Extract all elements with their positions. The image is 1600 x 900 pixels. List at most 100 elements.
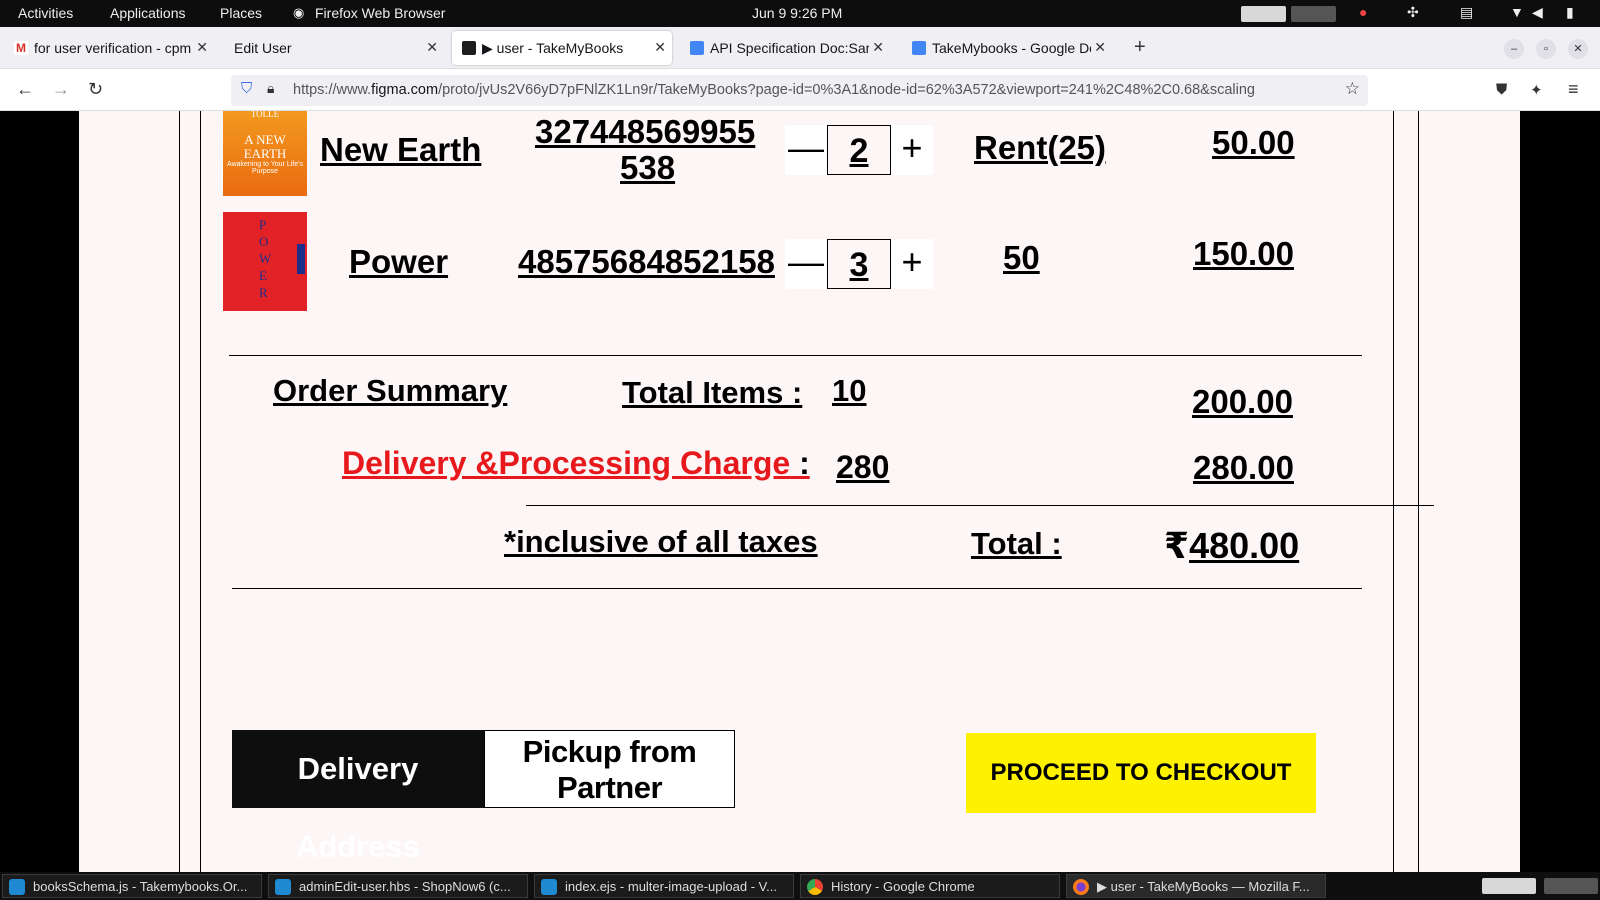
new-tab-icon[interactable]: + bbox=[1134, 36, 1146, 59]
cart-page-frame: TOLLE A NEW EARTH Awakening to Your Life… bbox=[79, 111, 1520, 872]
minimize-window-icon[interactable]: – bbox=[1504, 39, 1524, 59]
tab-gmail[interactable]: M for user verification - cpm ✕ bbox=[4, 31, 214, 65]
taskbar-item-active[interactable]: ▶ user - TakeMyBooks — Mozilla F... bbox=[1066, 874, 1326, 898]
workspace-2-indicator[interactable] bbox=[1291, 6, 1336, 22]
tab-label: TakeMybooks - Google Do bbox=[932, 40, 1097, 56]
frame-border-right-inner bbox=[1393, 111, 1394, 872]
vscode-icon bbox=[541, 879, 557, 895]
delivery-amount: 280.00 bbox=[1193, 449, 1294, 486]
book-cover-new-earth[interactable]: TOLLE A NEW EARTH Awakening to Your Life… bbox=[223, 111, 307, 196]
price-label: Rent(25) bbox=[974, 129, 1107, 166]
url-text[interactable]: https://www.figma.com/proto/jvUs2V66yD7p… bbox=[293, 82, 1333, 98]
tab-label: ▶ user - TakeMyBooks bbox=[482, 40, 624, 56]
chrome-icon bbox=[807, 879, 823, 895]
restore-window-icon[interactable]: ▫ bbox=[1536, 39, 1556, 59]
close-tab-icon[interactable]: ✕ bbox=[426, 39, 438, 56]
vscode-icon bbox=[9, 879, 25, 895]
forward-arrow-icon[interactable]: → bbox=[52, 79, 70, 100]
figma-icon bbox=[462, 41, 476, 55]
gmail-icon: M bbox=[14, 41, 28, 55]
book-cover-power[interactable]: POWER bbox=[223, 212, 307, 311]
quantity-value[interactable]: 2 bbox=[827, 125, 891, 175]
line-amount: 50.00 bbox=[1212, 124, 1295, 161]
workspace-switcher-1[interactable] bbox=[1482, 878, 1536, 894]
bookmark-star-icon[interactable]: ☆ bbox=[1345, 79, 1360, 99]
chrome-tray-icon[interactable]: ● bbox=[1359, 4, 1367, 20]
cover-title: A NEW EARTH bbox=[243, 132, 287, 161]
figma-prototype-viewport: TOLLE A NEW EARTH Awakening to Your Life… bbox=[0, 111, 1600, 872]
window-list-taskbar: booksSchema.js - Takemybooks.Or... admin… bbox=[0, 872, 1600, 900]
close-window-icon[interactable]: ✕ bbox=[1568, 39, 1588, 59]
workspace-switcher-2[interactable] bbox=[1544, 878, 1598, 894]
cover-spine-mark bbox=[297, 244, 305, 274]
shield-icon[interactable]: ⛉ bbox=[241, 80, 252, 97]
taskbar-label: History - Google Chrome bbox=[831, 879, 975, 894]
delivery-charge-value: 280 bbox=[836, 449, 890, 485]
gnome-top-bar: Activities Applications Places ◉ Firefox… bbox=[0, 0, 1600, 27]
total-items-label: Total Items : bbox=[622, 375, 803, 410]
hamburger-menu-icon[interactable]: ≡ bbox=[1568, 79, 1579, 100]
wifi-icon[interactable]: ▼ bbox=[1510, 4, 1524, 20]
clock[interactable]: Jun 9 9:26 PM bbox=[752, 5, 842, 21]
book-title[interactable]: Power bbox=[349, 243, 448, 281]
taskbar-label: adminEdit-user.hbs - ShopNow6 (c... bbox=[299, 879, 511, 894]
proceed-to-checkout-button[interactable]: PROCEED TO CHECKOUT bbox=[966, 733, 1316, 813]
pickup-from-partner-button[interactable]: Pickup from Partner bbox=[484, 730, 735, 808]
pocket-icon[interactable]: ⛊ bbox=[1496, 81, 1507, 98]
url-bar[interactable]: ⛉ 🔒︎ https://www.figma.com/proto/jvUs2V6… bbox=[231, 75, 1368, 106]
book-title[interactable]: New Earth bbox=[320, 131, 481, 169]
divider bbox=[526, 505, 1434, 506]
google-docs-icon bbox=[912, 41, 926, 55]
workspace-1-indicator[interactable] bbox=[1241, 6, 1286, 22]
delivery-address-button[interactable]: Delivery Address bbox=[232, 730, 484, 864]
taskbar-item[interactable]: booksSchema.js - Takemybooks.Or... bbox=[2, 874, 262, 898]
decrement-button[interactable]: — bbox=[785, 239, 827, 289]
close-tab-icon[interactable]: ✕ bbox=[654, 39, 666, 56]
tab-label: Edit User bbox=[234, 40, 292, 56]
pickup-line-1: Pickup from bbox=[522, 734, 697, 769]
active-app-name[interactable]: Firefox Web Browser bbox=[315, 5, 445, 21]
close-tab-icon[interactable]: ✕ bbox=[1091, 39, 1106, 56]
firefox-app-icon: ◉ bbox=[293, 5, 305, 20]
tab-edit-user[interactable]: Edit User ✕ bbox=[222, 31, 444, 65]
volume-icon[interactable]: ◀ bbox=[1532, 4, 1543, 21]
tab-label: API Specification Doc:Sam bbox=[710, 40, 878, 56]
taskbar-item[interactable]: History - Google Chrome bbox=[800, 874, 1060, 898]
frame-border-left bbox=[179, 111, 180, 872]
cover-title: POWER bbox=[259, 217, 272, 300]
book-isbn-line1: 48575684852158 bbox=[518, 243, 775, 280]
taskbar-item[interactable]: index.ejs - multer-image-upload - V... bbox=[534, 874, 794, 898]
tab-takemybooks-doc[interactable]: TakeMybooks - Google Do ✕ bbox=[902, 31, 1112, 65]
taskbar-label: booksSchema.js - Takemybooks.Or... bbox=[33, 879, 248, 894]
delivery-charge-label: Delivery &Processing Charge : bbox=[342, 445, 810, 481]
reload-icon[interactable]: ↻ bbox=[88, 79, 103, 100]
price-label: 50 bbox=[1003, 239, 1040, 276]
order-summary-heading: Order Summary bbox=[273, 373, 508, 408]
increment-button[interactable]: + bbox=[891, 239, 933, 289]
lock-icon[interactable]: 🔒︎ bbox=[267, 80, 274, 97]
google-docs-icon bbox=[690, 41, 704, 55]
clipboard-tray-icon[interactable]: ▤ bbox=[1460, 4, 1473, 21]
extension-icon[interactable]: ✦ bbox=[1530, 81, 1543, 99]
increment-button[interactable]: + bbox=[891, 125, 933, 175]
total-items-value: 10 bbox=[832, 373, 867, 408]
applications-menu[interactable]: Applications bbox=[110, 5, 186, 21]
places-menu[interactable]: Places bbox=[220, 5, 262, 21]
tab-takemybooks-active[interactable]: ▶ user - TakeMyBooks ✕ bbox=[452, 31, 672, 65]
quantity-value[interactable]: 3 bbox=[827, 239, 891, 289]
activities-menu[interactable]: Activities bbox=[18, 5, 73, 21]
frame-border-left-inner bbox=[200, 111, 201, 872]
extension-tray-icon[interactable]: ✣ bbox=[1407, 4, 1419, 21]
frame-border-right bbox=[1418, 111, 1419, 872]
decrement-button[interactable]: — bbox=[785, 125, 827, 175]
back-arrow-icon[interactable]: ← bbox=[16, 79, 34, 100]
close-tab-icon[interactable]: ✕ bbox=[869, 39, 884, 56]
taskbar-item[interactable]: adminEdit-user.hbs - ShopNow6 (c... bbox=[268, 874, 528, 898]
divider bbox=[232, 588, 1362, 589]
browser-nav-bar: ← → ↻ ⛉ 🔒︎ https://www.figma.com/proto/j… bbox=[0, 69, 1600, 111]
total-label: Total : bbox=[971, 526, 1062, 561]
battery-icon[interactable]: ▮ bbox=[1566, 4, 1574, 21]
close-tab-icon[interactable]: ✕ bbox=[193, 39, 208, 56]
tab-api-spec[interactable]: API Specification Doc:Sam ✕ bbox=[680, 31, 890, 65]
pickup-line-2: Partner bbox=[556, 770, 663, 805]
